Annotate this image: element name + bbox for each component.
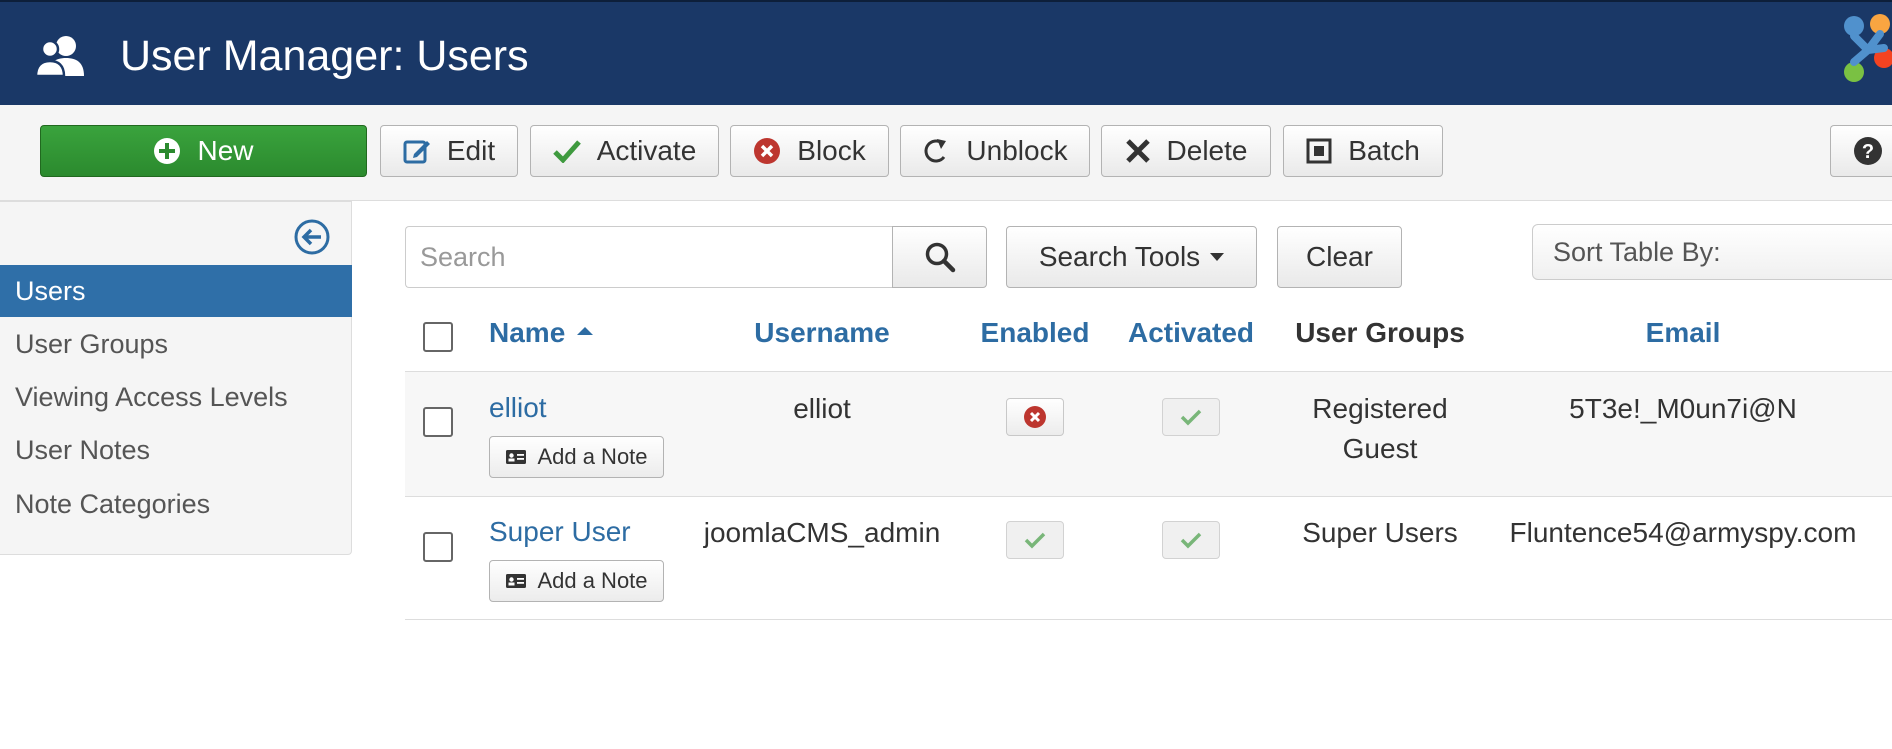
caret-down-icon — [1210, 253, 1225, 261]
id-card-icon — [506, 450, 527, 464]
svg-text:?: ? — [1862, 141, 1874, 163]
check-icon — [552, 140, 581, 163]
edit-icon — [403, 140, 430, 164]
unblock-button-label: Unblock — [966, 135, 1068, 166]
column-header-enabled[interactable]: Enabled — [981, 317, 1090, 349]
email-cell: 5T3e!_M0un7i@N — [1569, 393, 1797, 424]
user-name-link[interactable]: elliot — [489, 392, 547, 424]
sidebar-item-user-groups[interactable]: User Groups — [0, 318, 352, 370]
refresh-icon — [924, 139, 947, 163]
joomla-logo — [1844, 14, 1892, 82]
sidebar-item-note-categories[interactable]: Note Categories — [0, 478, 352, 530]
add-note-button[interactable]: Add a Note — [489, 560, 664, 602]
row-checkbox[interactable] — [423, 407, 453, 437]
row-checkbox[interactable] — [423, 532, 453, 562]
search-tools-button[interactable]: Search Tools — [1006, 226, 1257, 288]
id-card-icon — [506, 574, 527, 588]
search-input[interactable] — [405, 226, 893, 288]
activate-button[interactable]: Activate — [530, 125, 719, 177]
sidebar: Users User Groups Viewing Access Levels … — [0, 201, 352, 555]
column-header-email[interactable]: Email — [1646, 317, 1721, 349]
page-header: User Manager: Users — [0, 0, 1892, 105]
edit-button-label: Edit — [446, 135, 496, 166]
check-icon — [1024, 532, 1046, 549]
check-icon — [1180, 532, 1202, 549]
username-cell: elliot — [793, 393, 851, 424]
blocked-x-icon — [1024, 406, 1046, 428]
user-group-label: Guest — [1342, 433, 1418, 464]
table-row: Super User Add a Note joomlaCMS_admin Su… — [405, 497, 1892, 619]
collapse-sidebar-icon[interactable] — [293, 218, 331, 256]
username-cell: joomlaCMS_admin — [703, 517, 941, 548]
sidebar-item-viewing-access-levels[interactable]: Viewing Access Levels — [0, 371, 352, 423]
users-icon — [36, 36, 84, 78]
batch-button[interactable]: Batch — [1283, 125, 1443, 177]
unblock-button[interactable]: Unblock — [900, 125, 1090, 177]
delete-button-label: Delete — [1166, 135, 1248, 166]
check-icon — [1180, 409, 1202, 426]
activated-status[interactable] — [1162, 398, 1220, 436]
new-button[interactable]: New — [40, 125, 367, 177]
activate-button-label: Activate — [596, 135, 697, 166]
add-note-label: Add a Note — [537, 568, 648, 593]
batch-button-label: Batch — [1348, 135, 1420, 166]
activated-status[interactable] — [1162, 521, 1220, 559]
user-groups-cell: Super Users — [1302, 513, 1458, 553]
search-button[interactable] — [892, 226, 987, 288]
table-divider — [405, 619, 1892, 620]
sort-asc-icon — [577, 326, 594, 335]
x-circle-icon — [754, 138, 781, 164]
column-header-activated[interactable]: Activated — [1128, 317, 1254, 349]
clear-button-label: Clear — [1306, 241, 1373, 272]
sort-table-select[interactable]: Sort Table By: — [1532, 224, 1892, 280]
column-header-name-label: Name — [489, 317, 566, 348]
block-button-label: Block — [797, 135, 866, 166]
sort-table-label: Sort Table By: — [1553, 237, 1721, 267]
delete-button[interactable]: Delete — [1101, 125, 1271, 177]
sidebar-item-user-notes[interactable]: User Notes — [0, 424, 352, 476]
new-button-label: New — [197, 135, 254, 166]
edit-button[interactable]: Edit — [380, 125, 518, 177]
user-groups-cell: Registered Guest — [1312, 389, 1447, 469]
column-header-user-groups: User Groups — [1295, 317, 1465, 348]
select-all-checkbox[interactable] — [423, 322, 453, 352]
clear-button[interactable]: Clear — [1277, 226, 1402, 288]
user-group-label: Super Users — [1302, 517, 1458, 548]
help-button[interactable]: ? — [1830, 125, 1892, 177]
block-button[interactable]: Block — [730, 125, 889, 177]
table-row: elliot Add a Note elliot Registered Gues… — [405, 372, 1892, 496]
add-note-label: Add a Note — [537, 444, 648, 469]
user-group-label: Registered — [1312, 393, 1448, 424]
add-note-button[interactable]: Add a Note — [489, 436, 664, 478]
column-header-name[interactable]: Name — [489, 317, 594, 349]
enabled-toggle[interactable] — [1006, 398, 1064, 436]
sidebar-item-users[interactable]: Users — [0, 265, 352, 317]
page-title: User Manager: Users — [120, 32, 529, 80]
user-name-link[interactable]: Super User — [489, 516, 631, 548]
close-icon — [1125, 139, 1150, 163]
users-table: Name Username Enabled Activated User Gro… — [405, 303, 1892, 623]
toolbar: New Edit Activate Block Unblock Delete B… — [0, 105, 1892, 201]
search-icon — [925, 242, 955, 273]
enabled-toggle[interactable] — [1006, 521, 1064, 559]
batch-icon — [1306, 138, 1332, 164]
search-tools-label: Search Tools — [1038, 241, 1201, 272]
email-cell: Fluntence54@armyspy.com — [1509, 517, 1857, 548]
column-header-username[interactable]: Username — [754, 317, 889, 349]
plus-circle-icon — [154, 138, 181, 164]
help-icon: ? — [1854, 137, 1882, 165]
